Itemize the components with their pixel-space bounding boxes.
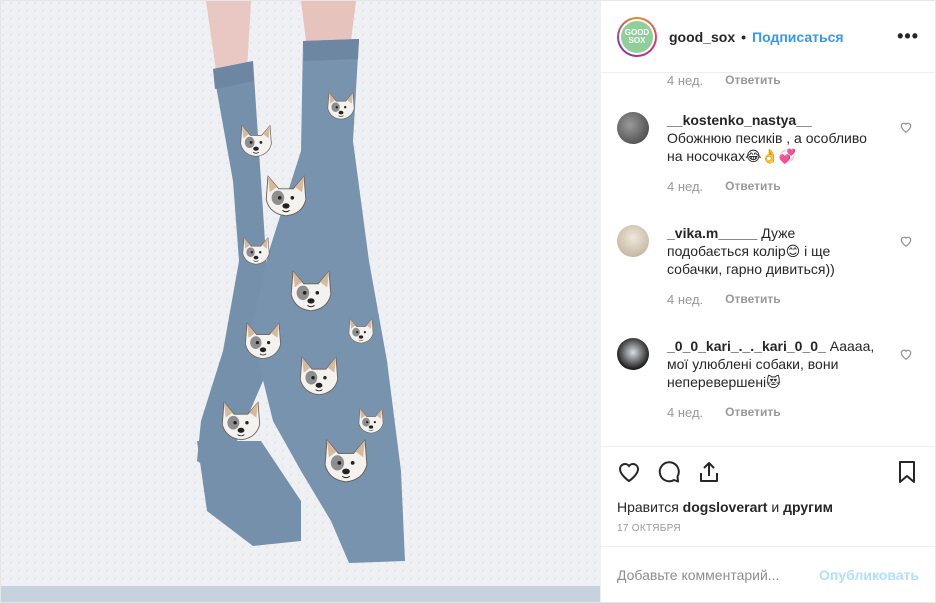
comment-text: _0_0_kari_._._kari_0_0_ Ааааа, мої улюбл… bbox=[667, 337, 879, 391]
comment-input[interactable] bbox=[617, 566, 820, 583]
like-comment-icon[interactable] bbox=[899, 234, 913, 248]
comment-age: 4 нед. bbox=[667, 178, 704, 194]
avatar[interactable]: GOOD SOX bbox=[617, 16, 657, 57]
publish-button[interactable]: Опубликовать bbox=[819, 567, 919, 583]
avatar-inner: GOOD SOX bbox=[619, 18, 655, 55]
brand-logo: GOOD SOX bbox=[621, 20, 653, 53]
comment-item: _0_0_kari_._._kari_0_0_ Ааааа, мої улюбл… bbox=[617, 337, 919, 391]
separator-dot: • bbox=[741, 28, 747, 45]
commenter-avatar[interactable] bbox=[617, 225, 649, 257]
likes-prefix: Нравится bbox=[617, 499, 683, 515]
add-comment-bar: Опубликовать bbox=[601, 546, 935, 602]
comment-meta: 4 нед. Ответить bbox=[667, 404, 919, 420]
comment-age: 4 нед. bbox=[667, 73, 704, 88]
reply-button[interactable]: Ответить bbox=[725, 292, 780, 306]
post-actions bbox=[601, 446, 935, 496]
commenter-username[interactable]: _vika.m_____ bbox=[667, 225, 757, 241]
reply-button[interactable]: Ответить bbox=[725, 179, 780, 193]
heart-icon[interactable] bbox=[609, 452, 649, 492]
post-sidebar: GOOD SOX good_sox • Подписаться ••• 4 не… bbox=[601, 1, 935, 602]
comment-meta: 4 нед. Ответить bbox=[667, 178, 919, 194]
reply-button[interactable]: Ответить bbox=[725, 73, 780, 87]
post-photo[interactable] bbox=[1, 1, 601, 602]
comment-item: _vika.m_____ Дуже подобається колір😊 і щ… bbox=[617, 224, 919, 278]
instagram-post: GOOD SOX good_sox • Подписаться ••• 4 не… bbox=[0, 0, 936, 603]
comments-list[interactable]: 4 нед. Ответить __kostenko_nastya__ Обож… bbox=[601, 73, 935, 446]
socks-photo bbox=[1, 1, 600, 602]
share-icon[interactable] bbox=[689, 452, 729, 492]
commenter-username[interactable]: __kostenko_nastya__ bbox=[667, 112, 812, 128]
follow-button[interactable]: Подписаться bbox=[752, 29, 844, 45]
comment-item: __kostenko_nastya__ Обожнюю песиків , а … bbox=[617, 111, 919, 165]
comment-age: 4 нед. bbox=[667, 404, 704, 420]
post-header: GOOD SOX good_sox • Подписаться ••• bbox=[601, 1, 935, 73]
likes-middle: и bbox=[767, 499, 784, 515]
liker-username[interactable]: dogsloverart bbox=[683, 499, 768, 515]
post-date[interactable]: 17 ОКТЯБРЯ bbox=[601, 518, 935, 546]
reply-button[interactable]: Ответить bbox=[725, 405, 780, 419]
likes-summary: Нравится dogsloverart и другим bbox=[601, 496, 935, 518]
comment-meta: 4 нед. Ответить bbox=[667, 291, 919, 307]
comment-icon[interactable] bbox=[649, 452, 689, 492]
comment-text: _vika.m_____ Дуже подобається колір😊 і щ… bbox=[667, 224, 879, 278]
comment-body: Обожнюю песиків , а особливо на носочках… bbox=[667, 130, 867, 164]
like-comment-icon[interactable] bbox=[899, 347, 913, 361]
commenter-username[interactable]: _0_0_kari_._._kari_0_0_ bbox=[667, 338, 826, 354]
author-username[interactable]: good_sox bbox=[669, 29, 735, 45]
comment-text: __kostenko_nastya__ Обожнюю песиків , а … bbox=[667, 111, 879, 165]
likes-others-link[interactable]: другим bbox=[783, 499, 833, 515]
commenter-avatar[interactable] bbox=[617, 338, 649, 370]
like-comment-icon[interactable] bbox=[899, 120, 913, 134]
comment-meta: 4 нед. Ответить bbox=[667, 73, 919, 88]
commenter-avatar[interactable] bbox=[617, 112, 649, 144]
more-options-icon[interactable]: ••• bbox=[897, 26, 919, 47]
comment-age: 4 нед. bbox=[667, 291, 704, 307]
bookmark-icon[interactable] bbox=[887, 452, 927, 492]
